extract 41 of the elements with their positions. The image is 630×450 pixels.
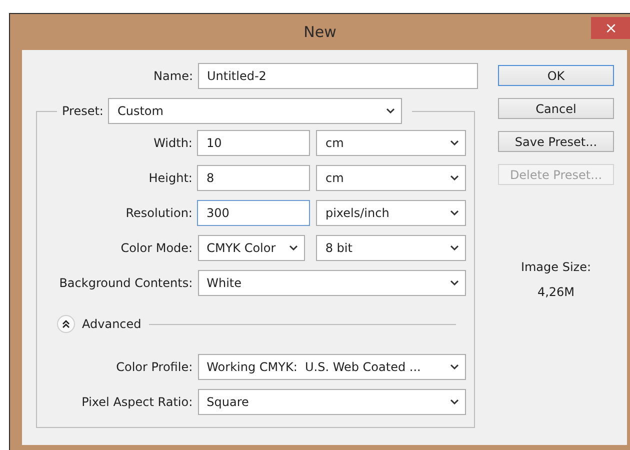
mode-dropdown[interactable]: CMYK Color bbox=[198, 235, 306, 261]
double-chevron-icon bbox=[60, 318, 72, 330]
image-size-value: 4,26M bbox=[537, 285, 575, 299]
name-field[interactable]: Untitled-2 bbox=[198, 63, 478, 89]
dialog-button[interactable]: OK bbox=[498, 65, 614, 86]
chevron-icon bbox=[289, 245, 298, 251]
field-label: Pixel Aspect Ratio: bbox=[80, 395, 193, 409]
number-field[interactable]: 300 bbox=[197, 200, 310, 226]
background-dropdown[interactable]: White bbox=[198, 270, 466, 296]
option-dropdown[interactable]: Square bbox=[198, 389, 466, 415]
number-field[interactable]: 10 bbox=[197, 130, 310, 156]
field-label: Width: bbox=[152, 136, 192, 150]
field-label: Background Contents: bbox=[58, 276, 193, 290]
collapse-toggle[interactable] bbox=[57, 315, 75, 333]
chevron-icon bbox=[450, 399, 459, 405]
dialog-button[interactable]: Save Preset... bbox=[498, 131, 614, 152]
option-dropdown[interactable]: Working CMYK: U.S. Web Coated ... bbox=[198, 354, 466, 380]
chevron-icon bbox=[386, 108, 396, 114]
section-label: Advanced bbox=[82, 317, 142, 331]
chevron-icon bbox=[450, 210, 459, 216]
field-label: Color Profile: bbox=[115, 360, 193, 374]
window-title: New bbox=[304, 23, 336, 41]
field-label: Height: bbox=[148, 171, 192, 185]
close-button[interactable]: × bbox=[591, 17, 630, 39]
chevron-icon bbox=[450, 364, 459, 370]
field-label: Name: bbox=[152, 69, 193, 83]
unit-dropdown[interactable]: 8 bit bbox=[316, 235, 466, 261]
chevron-icon bbox=[450, 280, 459, 286]
unit-dropdown[interactable]: cm bbox=[316, 130, 466, 156]
preset-dropdown[interactable]: Custom bbox=[108, 98, 402, 124]
number-field[interactable]: 8 bbox=[197, 165, 310, 191]
unit-dropdown[interactable]: pixels/inch bbox=[316, 200, 466, 226]
chevron-icon bbox=[450, 140, 459, 146]
image-size-label: Image Size: bbox=[520, 260, 592, 274]
chevron-icon bbox=[450, 175, 459, 181]
dialog-button[interactable]: Cancel bbox=[498, 98, 614, 119]
chevron-icon bbox=[450, 245, 460, 251]
field-label: Resolution: bbox=[124, 206, 192, 220]
field-label: Color Mode: bbox=[120, 241, 193, 255]
unit-dropdown[interactable]: cm bbox=[316, 165, 466, 191]
field-label: Preset: bbox=[62, 104, 104, 118]
